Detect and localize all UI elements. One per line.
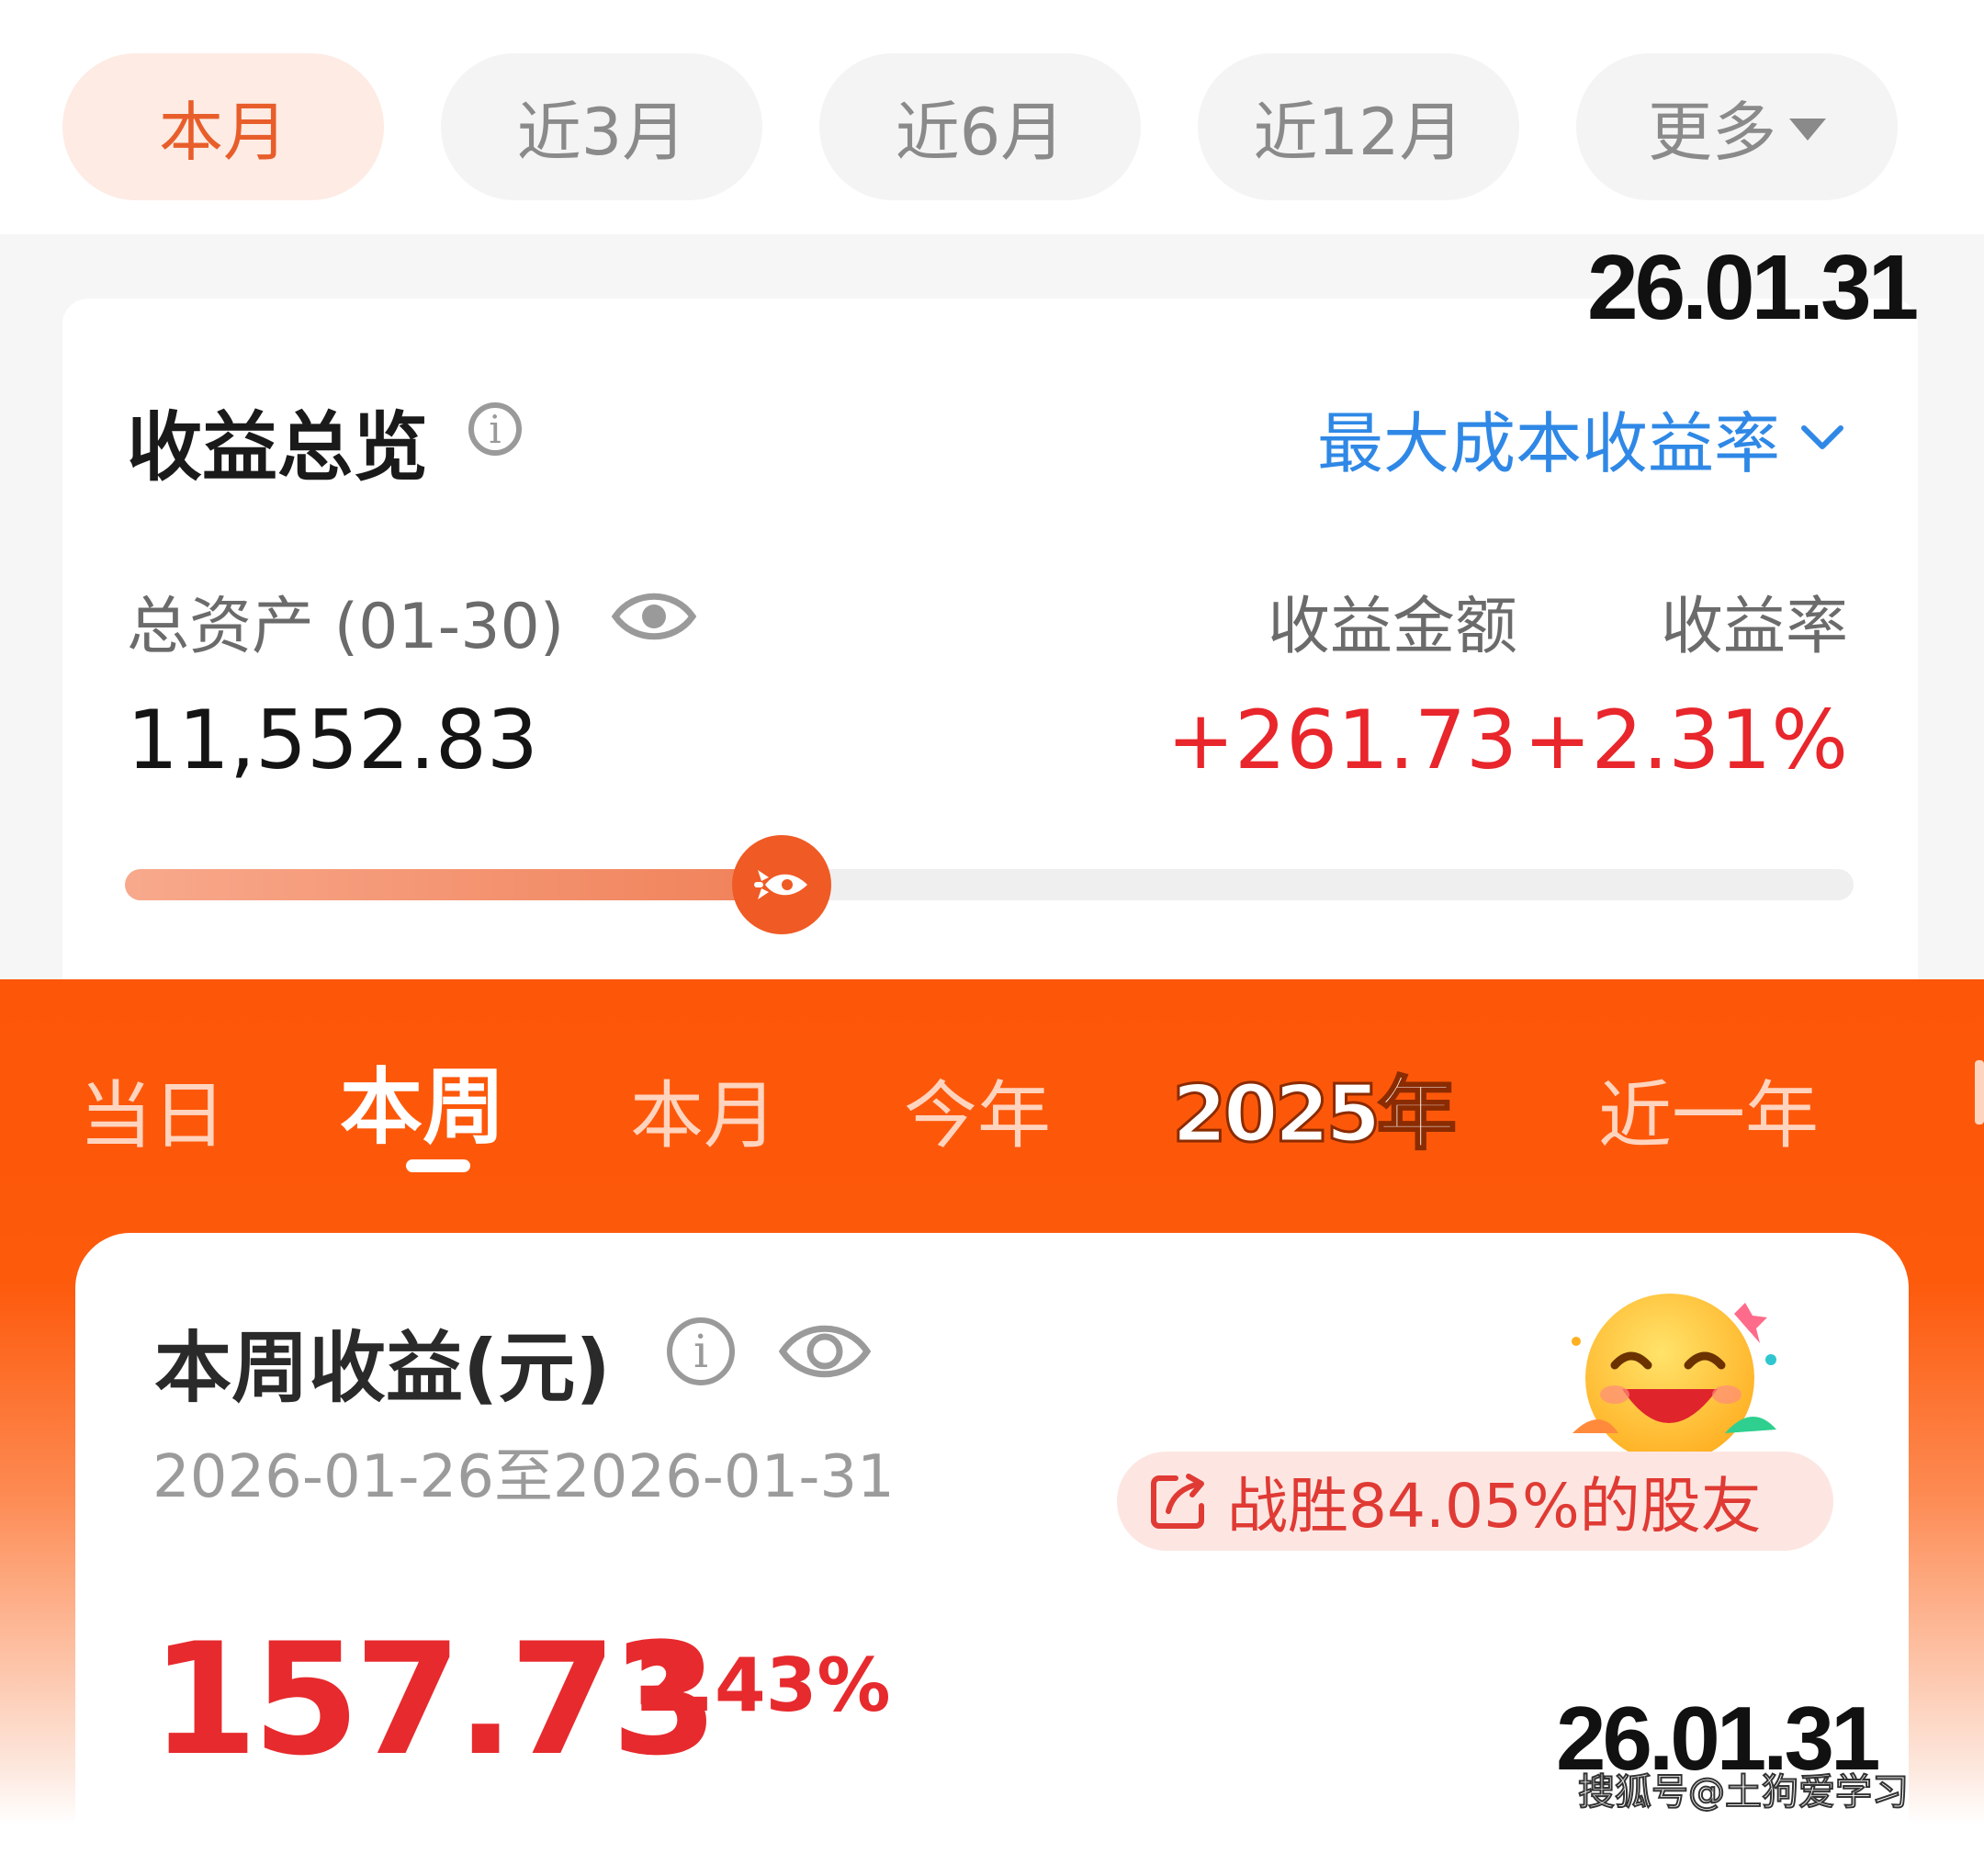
rocket-progress-knob[interactable] (732, 835, 831, 934)
share-icon (1151, 1474, 1204, 1529)
beat-text: 战胜84.05%的股友 (1227, 1471, 1762, 1542)
tab-last-year[interactable]: 近一年 (1598, 1057, 1819, 1163)
total-assets-value: 11,552.83 (127, 693, 538, 787)
tab-label: 近3月 (516, 94, 687, 170)
info-icon[interactable]: i (667, 1317, 735, 1385)
share-beat-badge[interactable]: 战胜84.05%的股友 (1117, 1452, 1833, 1551)
period-tab-bar: 本月 近3月 近6月 近12月 更多 (0, 0, 1984, 234)
weekly-profit-title: 本周收益(元) (154, 1323, 611, 1413)
active-tab-indicator (406, 1159, 470, 1172)
weekly-profit-rate: 2.43% (636, 1643, 891, 1728)
tab-last-3-months[interactable]: 近3月 (441, 53, 762, 200)
asset-overview-screen: 本月 近3月 近6月 近12月 更多 26.01.31 收益总览 i 最大成本收… (0, 0, 1984, 979)
tab-last-6-months[interactable]: 近6月 (819, 53, 1141, 200)
date-range: 2026-01-26至2026-01-31 (152, 1443, 895, 1511)
weekly-profit-value: 157.73 (151, 1610, 718, 1790)
range-tab-bar: 当日 本周 本月 今年 2025年 近一年 (0, 979, 1984, 1227)
metric-selector-label: 最大成本收益率 (1316, 405, 1780, 482)
eye-icon[interactable] (610, 584, 698, 649)
tab-last-12-months[interactable]: 近12月 (1198, 53, 1519, 200)
tab-more[interactable]: 更多 (1576, 53, 1898, 200)
tab-this-month[interactable]: 本月 (630, 1057, 777, 1163)
profit-rate-value: +2.31% (1523, 693, 1848, 787)
info-icon[interactable]: i (468, 402, 522, 456)
progress-fill (125, 869, 782, 900)
overlay-date-stamp: 26.01.31 (1587, 236, 1919, 339)
tab-today[interactable]: 当日 (79, 1057, 226, 1163)
profit-amount-label: 收益金额 (1267, 591, 1517, 663)
overview-title: 收益总览 (127, 404, 429, 492)
tab-this-year[interactable]: 今年 (904, 1057, 1051, 1163)
tab-label: 近12月 (1253, 94, 1464, 170)
smiley-mascot-icon (1572, 1294, 1776, 1457)
tab-this-month[interactable]: 本月 (62, 53, 384, 200)
tab-2025[interactable]: 2025年 (1170, 1049, 1457, 1164)
chevron-down-icon (1801, 424, 1843, 449)
profit-amount-value: +261.73 (1167, 693, 1517, 787)
rocket-icon (754, 870, 807, 899)
total-assets-label: 总资产 (01-30) (127, 591, 565, 663)
tab-label: 近6月 (895, 94, 1065, 170)
tab-overflow-edge (1975, 1060, 1984, 1124)
metric-selector[interactable]: 最大成本收益率 (1317, 390, 1844, 486)
caret-down-icon (1789, 119, 1826, 141)
eye-icon[interactable] (777, 1316, 873, 1387)
tab-label: 更多 (1648, 94, 1776, 170)
tab-this-week[interactable]: 本周 (340, 1040, 505, 1159)
watermark: 搜狐号@土狗爱学习 (1577, 1770, 1910, 1814)
profit-rate-label: 收益率 (1660, 591, 1848, 663)
tab-label: 本月 (159, 94, 287, 170)
